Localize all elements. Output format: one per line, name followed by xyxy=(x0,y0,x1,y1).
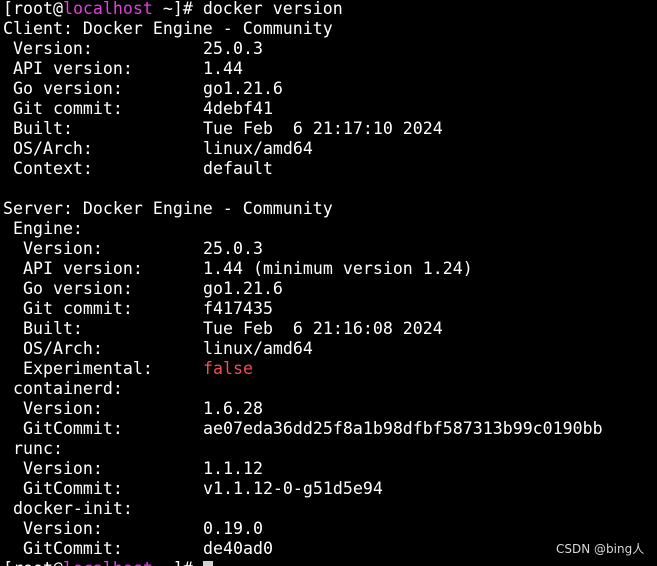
client-git-commit-label: Git commit: xyxy=(3,99,123,118)
prompt-close: ~]# xyxy=(152,0,203,18)
engine-os-arch-label: OS/Arch: xyxy=(3,339,103,358)
client-api-version-label: API version: xyxy=(3,59,133,78)
engine-go-version-value: go1.21.6 xyxy=(203,279,283,298)
engine-go-version-label: Go version: xyxy=(3,279,133,298)
docker-init-version-label: Version: xyxy=(3,519,103,538)
runc-version-value: 1.1.12 xyxy=(203,459,263,478)
prompt-hostname: localhost xyxy=(62,0,153,18)
engine-experimental-label: Experimental: xyxy=(3,359,153,378)
engine-built-value: Tue Feb 6 21:16:08 2024 xyxy=(203,319,443,338)
next-prompt-open: [root@ xyxy=(3,559,63,566)
engine-os-arch-value: linux/amd64 xyxy=(203,339,313,358)
client-os-arch-value: linux/amd64 xyxy=(203,139,313,158)
command-text: docker version xyxy=(202,0,343,18)
next-prompt-close: ~]# xyxy=(153,559,203,566)
engine-version-label: Version: xyxy=(3,239,103,258)
containerd-version-value: 1.6.28 xyxy=(203,399,263,418)
client-header: Client: Docker Engine - Community xyxy=(3,19,333,38)
client-context-value: default xyxy=(203,159,273,178)
next-prompt-line[interactable]: [root@localhost ~]# xyxy=(3,559,213,566)
client-api-version-value: 1.44 xyxy=(203,59,243,78)
client-version-value: 25.0.3 xyxy=(203,39,263,58)
runc-section-title: runc: xyxy=(3,439,63,458)
engine-experimental-value: false xyxy=(203,359,253,378)
watermark-text: CSDN @bing人 xyxy=(556,542,645,556)
client-go-version-label: Go version: xyxy=(3,79,123,98)
engine-api-version-value: 1.44 (minimum version 1.24) xyxy=(203,259,473,278)
engine-git-commit-value: f417435 xyxy=(203,299,273,318)
containerd-gitcommit-label: GitCommit: xyxy=(3,419,123,438)
containerd-version-label: Version: xyxy=(3,399,103,418)
runc-version-label: Version: xyxy=(3,459,103,478)
next-prompt-hostname: localhost xyxy=(63,559,153,566)
client-go-version-value: go1.21.6 xyxy=(203,79,283,98)
terminal-window[interactable]: [root@localhost ~]# docker version Clien… xyxy=(0,0,657,566)
containerd-gitcommit-value: ae07eda36dd25f8a1b98dfbf587313b99c0190bb xyxy=(203,419,603,438)
text-cursor[interactable] xyxy=(202,561,213,566)
docker-init-section-title: docker-init: xyxy=(3,499,133,518)
client-context-label: Context: xyxy=(3,159,93,178)
client-built-value: Tue Feb 6 21:17:10 2024 xyxy=(203,119,443,138)
client-built-label: Built: xyxy=(3,119,73,138)
client-version-label: Version: xyxy=(3,39,93,58)
docker-init-gitcommit-label: GitCommit: xyxy=(3,539,123,558)
engine-version-value: 25.0.3 xyxy=(203,239,263,258)
engine-section-title: Engine: xyxy=(3,219,83,238)
docker-init-version-value: 0.19.0 xyxy=(203,519,263,538)
docker-init-gitcommit-value: de40ad0 xyxy=(203,539,273,558)
runc-gitcommit-label: GitCommit: xyxy=(3,479,123,498)
prompt-open: [root@ xyxy=(3,0,63,18)
containerd-section-title: containerd: xyxy=(3,379,123,398)
runc-gitcommit-value: v1.1.12-0-g51d5e94 xyxy=(203,479,383,498)
engine-git-commit-label: Git commit: xyxy=(3,299,133,318)
engine-built-label: Built: xyxy=(3,319,83,338)
client-os-arch-label: OS/Arch: xyxy=(3,139,93,158)
client-git-commit-value: 4debf41 xyxy=(203,99,273,118)
command-prompt-line: [root@localhost ~]# docker version xyxy=(3,0,343,19)
server-header: Server: Docker Engine - Community xyxy=(3,199,333,218)
engine-api-version-label: API version: xyxy=(3,259,143,278)
